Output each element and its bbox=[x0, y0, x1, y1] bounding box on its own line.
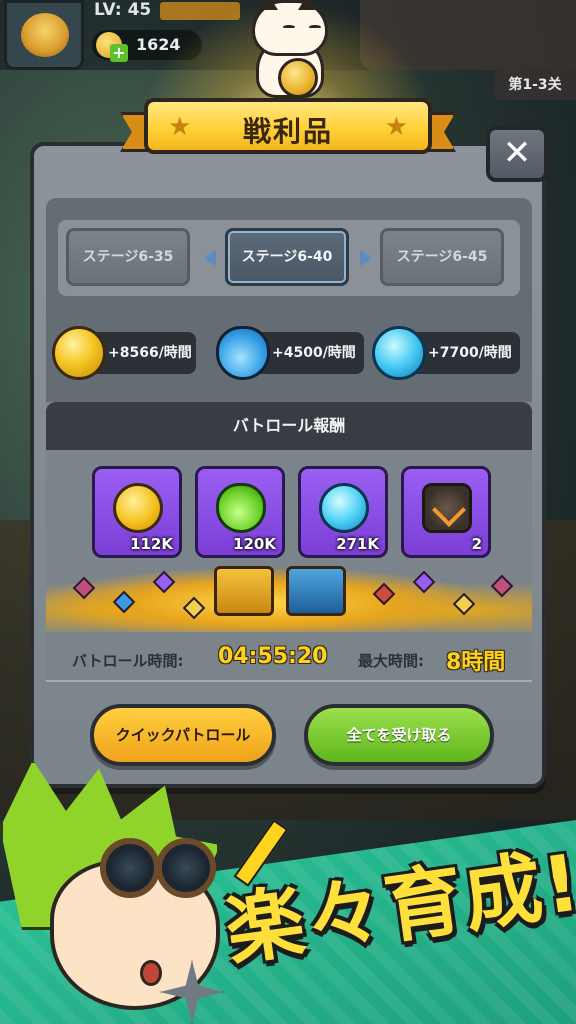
reward-qty: 112K bbox=[130, 535, 173, 553]
reward-qty: 271K bbox=[336, 535, 379, 553]
patrol-heading: バトロール報酬 bbox=[46, 402, 532, 450]
gem-icon bbox=[152, 570, 176, 594]
patrol-time-row: バトロール時間: 04:55:20 最大時間: 8時間 bbox=[46, 644, 532, 680]
emblem-icon bbox=[422, 483, 472, 533]
banner-body: ★ 戦利品 ★ bbox=[144, 98, 432, 154]
arrow-left-icon[interactable] bbox=[204, 250, 216, 266]
star-icon: ★ bbox=[384, 112, 408, 142]
max-time-label: 最大時間: bbox=[358, 652, 424, 670]
rate-gold-text: +8566/時間 bbox=[108, 345, 192, 361]
gem-icon bbox=[112, 590, 136, 614]
hero-mouth bbox=[140, 960, 162, 986]
cat-coin-icon bbox=[278, 58, 318, 98]
title-banner: ★ 戦利品 ★ bbox=[120, 98, 456, 162]
crown-coin-icon bbox=[113, 483, 163, 533]
stage-next-button[interactable]: ステージ6-45 bbox=[380, 228, 504, 286]
blue-orb-icon bbox=[372, 326, 426, 380]
gem-icon bbox=[452, 592, 476, 616]
rate-potion: +4500/時間 bbox=[216, 326, 364, 380]
reward-qty: 120K bbox=[233, 535, 276, 553]
gem-icon bbox=[490, 574, 514, 598]
reward-tile[interactable]: 2 bbox=[401, 466, 491, 558]
divider bbox=[46, 680, 532, 682]
stage-prev-button[interactable]: ステージ6-35 bbox=[66, 228, 190, 286]
rate-orb: +7700/時間 bbox=[372, 326, 520, 380]
close-icon: ✕ bbox=[502, 133, 532, 173]
green-potion-icon bbox=[216, 483, 266, 533]
arrow-right-icon[interactable] bbox=[360, 250, 372, 266]
blue-orb-icon bbox=[319, 483, 369, 533]
cat-ear bbox=[298, 0, 318, 10]
cat-ear bbox=[258, 0, 278, 10]
cat-eye bbox=[283, 25, 295, 29]
blue-potion-icon bbox=[216, 326, 270, 380]
treasure-pile bbox=[46, 560, 532, 632]
rate-gold: +8566/時間 bbox=[52, 326, 196, 380]
gem-icon bbox=[182, 596, 206, 620]
blue-chest-icon bbox=[286, 566, 346, 616]
gem-icon bbox=[372, 582, 396, 606]
patrol-time-label: バトロール時間: bbox=[72, 652, 184, 670]
goggle-icon bbox=[100, 838, 160, 898]
gold-coin-icon bbox=[52, 326, 106, 380]
cat-eye bbox=[309, 25, 321, 29]
gold-chest-icon bbox=[214, 566, 274, 616]
reward-tile[interactable]: 112K bbox=[92, 466, 182, 558]
gem-icon bbox=[72, 576, 96, 600]
patrol-time-value: 04:55:20 bbox=[218, 644, 328, 669]
loot-panel: ステージ6-35 ステージ6-40 ステージ6-45 +8566/時間 +450… bbox=[30, 142, 546, 788]
stage-tab: 第1-3关 bbox=[494, 70, 576, 100]
gem-icon bbox=[412, 570, 436, 594]
claim-all-button[interactable]: 全てを受け取る bbox=[304, 704, 494, 766]
reward-tile[interactable]: 271K bbox=[298, 466, 388, 558]
stage-selector: ステージ6-35 ステージ6-40 ステージ6-45 bbox=[58, 220, 520, 296]
close-button[interactable]: ✕ bbox=[486, 126, 548, 182]
hero-character bbox=[0, 760, 250, 1024]
quick-patrol-button[interactable]: クイックパトロール bbox=[90, 704, 276, 766]
rate-orb-text: +7700/時間 bbox=[428, 345, 512, 361]
stage-current-button[interactable]: ステージ6-40 bbox=[225, 228, 349, 286]
reward-qty: 2 bbox=[471, 535, 482, 553]
lucky-cat-mascot bbox=[240, 0, 340, 105]
add-gold-icon[interactable]: + bbox=[110, 44, 128, 62]
goggle-icon bbox=[156, 838, 216, 898]
rate-potion-text: +4500/時間 bbox=[272, 345, 356, 361]
reward-tile[interactable]: 120K bbox=[195, 466, 285, 558]
max-time-value: 8時間 bbox=[446, 650, 506, 675]
player-avatar[interactable] bbox=[4, 0, 84, 70]
